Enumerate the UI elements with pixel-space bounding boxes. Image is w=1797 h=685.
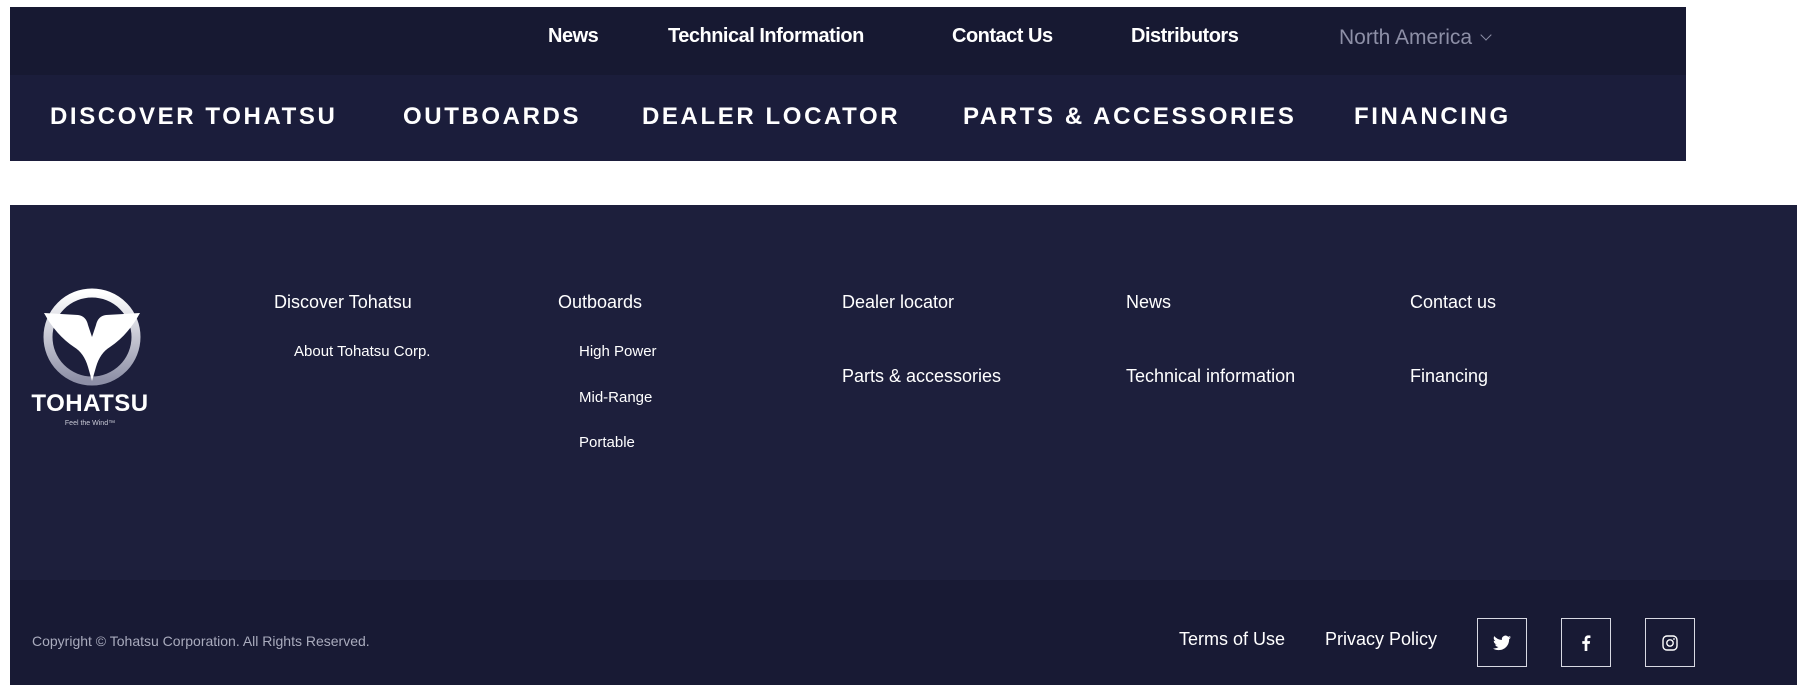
footer-link-contact-us[interactable]: Contact us: [1410, 292, 1496, 313]
footer-link-portable[interactable]: Portable: [579, 434, 635, 451]
logo-tagline: Feel the Wind™: [64, 420, 116, 427]
nav-parts-accessories[interactable]: PARTS & ACCESSORIES: [963, 103, 1296, 131]
twitter-icon: [1493, 635, 1511, 650]
facebook-button[interactable]: [1561, 618, 1611, 667]
instagram-icon: [1662, 634, 1678, 651]
footer-link-mid-range[interactable]: Mid-Range: [579, 389, 652, 406]
chevron-down-icon: [1480, 29, 1492, 41]
logo-wordmark: TOHATSU: [31, 390, 149, 417]
region-selector[interactable]: North America: [1339, 26, 1492, 50]
facebook-icon: [1582, 634, 1591, 651]
footer-link-parts-accessories[interactable]: Parts & accessories: [842, 366, 1001, 387]
nav-outboards[interactable]: OUTBOARDS: [403, 103, 581, 131]
footer-link-technical-information[interactable]: Technical information: [1126, 366, 1295, 387]
nav-dealer-locator[interactable]: DEALER LOCATOR: [642, 103, 900, 131]
twitter-button[interactable]: [1477, 618, 1527, 667]
site-header: News Technical Information Contact Us Di…: [10, 7, 1686, 161]
utility-link-contact-us[interactable]: Contact Us: [952, 25, 1053, 48]
privacy-policy-link[interactable]: Privacy Policy: [1325, 629, 1437, 650]
site-footer: TOHATSU Feel the Wind™ Discover Tohatsu …: [10, 205, 1797, 685]
region-label: North America: [1339, 26, 1473, 49]
footer-link-outboards[interactable]: Outboards: [558, 292, 642, 313]
footer-link-about-tohatsu-corp[interactable]: About Tohatsu Corp.: [294, 343, 430, 360]
footer-link-discover-tohatsu[interactable]: Discover Tohatsu: [274, 292, 412, 313]
terms-of-use-link[interactable]: Terms of Use: [1179, 629, 1285, 650]
utility-link-news[interactable]: News: [548, 25, 599, 48]
nav-discover-tohatsu[interactable]: DISCOVER TOHATSU: [50, 103, 337, 131]
footer-link-news[interactable]: News: [1126, 292, 1171, 313]
footer-link-financing[interactable]: Financing: [1410, 366, 1488, 387]
utility-bar: News Technical Information Contact Us Di…: [10, 7, 1686, 75]
instagram-button[interactable]: [1645, 618, 1695, 667]
footer-link-high-power[interactable]: High Power: [579, 343, 657, 360]
footer-link-dealer-locator[interactable]: Dealer locator: [842, 292, 954, 313]
nav-financing[interactable]: FINANCING: [1354, 103, 1511, 131]
utility-link-distributors[interactable]: Distributors: [1131, 25, 1239, 48]
tohatsu-logo[interactable]: TOHATSU Feel the Wind™: [30, 285, 150, 435]
utility-link-technical-information[interactable]: Technical Information: [668, 25, 864, 48]
tohatsu-emblem-icon: [43, 288, 141, 386]
copyright-text: Copyright © Tohatsu Corporation. All Rig…: [32, 633, 370, 649]
